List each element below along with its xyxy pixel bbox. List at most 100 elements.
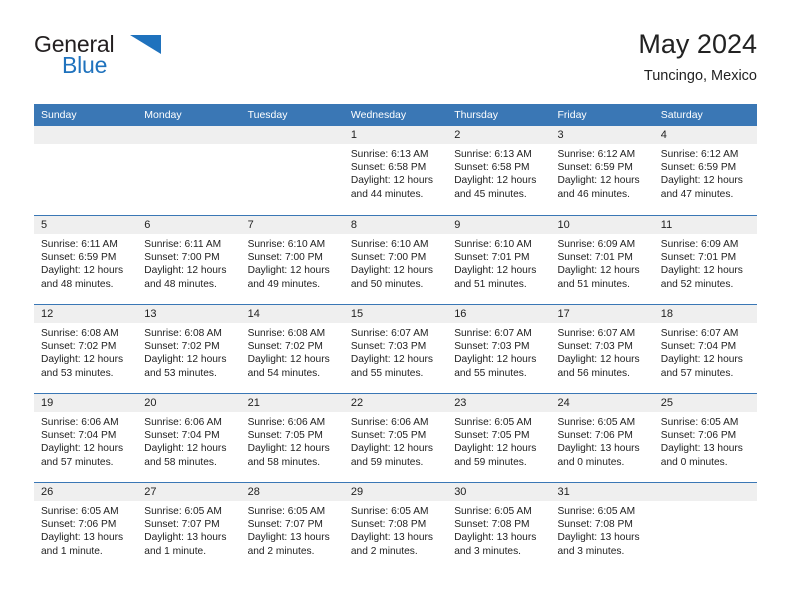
calendar-day-cell[interactable]: 4 Sunrise: 6:12 AM Sunset: 6:59 PM Daylight… [653, 126, 758, 215]
day-details: Sunrise: 6:08 AM Sunset: 7:02 PM Daylight:… [241, 323, 344, 380]
day-details: Sunrise: 6:05 AM Sunset: 7:08 PM Daylight:… [344, 501, 447, 558]
daylight-text-cont: and 49 minutes. [247, 278, 321, 290]
sunrise-text: Sunrise: 6:06 AM [144, 417, 222, 428]
daylight-text-cont: and 48 minutes. [41, 278, 114, 290]
calendar-day-cell[interactable]: 28 Sunrise: 6:05 AM Sunset: 7:07 PM Dayligh… [240, 482, 344, 571]
calendar-day-cell[interactable]: 9 Sunrise: 6:10 AM Sunset: 7:01 PM Daylight… [447, 215, 551, 304]
calendar-day-cell[interactable]: 25 Sunrise: 6:05 AM Sunset: 7:06 PM Dayligh… [653, 393, 758, 482]
weekday-header-saturday: Saturday [653, 104, 758, 126]
sunset-text: Sunset: 7:05 PM [247, 430, 323, 442]
day-details: Sunrise: 6:12 AM Sunset: 6:59 PM Daylight:… [654, 144, 757, 201]
daylight-text: Daylight: 12 hours [41, 265, 124, 277]
daylight-text-cont: and 48 minutes. [144, 278, 217, 290]
day-details: Sunrise: 6:12 AM Sunset: 6:59 PM Daylight:… [550, 144, 653, 201]
calendar-day-cell[interactable]: 16 Sunrise: 6:07 AM Sunset: 7:03 PM Dayligh… [447, 304, 551, 393]
sunset-text: Sunset: 7:06 PM [41, 519, 117, 531]
daylight-text: Daylight: 12 hours [660, 265, 743, 277]
day-number: 27 [137, 483, 241, 501]
calendar-day-cell[interactable]: 18 Sunrise: 6:07 AM Sunset: 7:04 PM Dayligh… [653, 304, 758, 393]
calendar-day-cell[interactable]: 22 Sunrise: 6:06 AM Sunset: 7:05 PM Dayligh… [343, 393, 448, 482]
sunset-text: Sunset: 6:59 PM [660, 162, 737, 174]
day-details: Sunrise: 6:09 AM Sunset: 7:01 PM Daylight:… [654, 234, 757, 291]
calendar-day-cell[interactable]: 17 Sunrise: 6:07 AM Sunset: 7:03 PM Dayligh… [550, 304, 654, 393]
daylight-text-cont: and 45 minutes. [454, 188, 527, 200]
calendar-day-cell[interactable]: 12 Sunrise: 6:08 AM Sunset: 7:02 PM Dayligh… [34, 304, 138, 393]
day-number: 13 [137, 305, 241, 323]
calendar-day-cell[interactable]: 29 Sunrise: 6:05 AM Sunset: 7:08 PM Dayligh… [343, 482, 448, 571]
day-number: 22 [343, 394, 448, 412]
daylight-text: Daylight: 13 hours [350, 532, 434, 544]
calendar-day-cell[interactable]: 19 Sunrise: 6:06 AM Sunset: 7:04 PM Dayligh… [34, 393, 138, 482]
calendar-day-cell[interactable]: 13 Sunrise: 6:08 AM Sunset: 7:02 PM Dayligh… [137, 304, 241, 393]
day-details: Sunrise: 6:13 AM Sunset: 6:58 PM Daylight:… [344, 144, 447, 201]
calendar-day-cell[interactable]: 10 Sunrise: 6:09 AM Sunset: 7:01 PM Dayligh… [550, 215, 654, 304]
calendar-day-cell[interactable]: 23 Sunrise: 6:05 AM Sunset: 7:05 PM Dayligh… [447, 393, 551, 482]
daylight-text-cont: and 53 minutes. [144, 367, 217, 379]
calendar-day-cell[interactable]: 24 Sunrise: 6:05 AM Sunset: 7:06 PM Dayligh… [550, 393, 654, 482]
daylight-text: Daylight: 13 hours [557, 532, 640, 544]
sunrise-text: Sunrise: 6:11 AM [41, 239, 118, 250]
sunset-text: Sunset: 7:00 PM [144, 252, 220, 264]
calendar-day-cell[interactable]: 11 Sunrise: 6:09 AM Sunset: 7:01 PM Dayligh… [653, 215, 758, 304]
calendar-day-cell[interactable]: 31 Sunrise: 6:05 AM Sunset: 7:08 PM Dayligh… [550, 482, 654, 571]
daylight-text-cont: and 57 minutes. [41, 456, 114, 468]
daylight-text: Daylight: 12 hours [350, 265, 434, 277]
general-blue-logo[interactable]: General Blue [34, 32, 234, 88]
calendar-day-cell[interactable]: 1 Sunrise: 6:13 AM Sunset: 6:58 PM Daylight… [343, 126, 448, 215]
daylight-text: Daylight: 13 hours [454, 532, 537, 544]
day-details: Sunrise: 6:05 AM Sunset: 7:05 PM Daylight:… [447, 412, 550, 469]
day-details: Sunrise: 6:05 AM Sunset: 7:06 PM Daylight:… [34, 501, 137, 558]
day-number: 31 [550, 483, 654, 501]
day-details: Sunrise: 6:07 AM Sunset: 7:03 PM Daylight:… [550, 323, 653, 380]
day-number: 12 [34, 305, 138, 323]
sunset-text: Sunset: 7:01 PM [660, 252, 737, 264]
sunset-text: Sunset: 6:58 PM [350, 162, 427, 174]
sunrise-text: Sunrise: 6:10 AM [454, 239, 532, 250]
calendar-empty-cell [34, 126, 138, 215]
calendar-day-cell[interactable]: 30 Sunrise: 6:05 AM Sunset: 7:08 PM Dayligh… [447, 482, 551, 571]
calendar-empty-cell [137, 126, 241, 215]
calendar-day-cell[interactable]: 8 Sunrise: 6:10 AM Sunset: 7:00 PM Daylight… [343, 215, 448, 304]
day-number: 26 [34, 483, 138, 501]
calendar-day-cell[interactable]: 5 Sunrise: 6:11 AM Sunset: 6:59 PM Daylight… [34, 215, 138, 304]
sunrise-text: Sunrise: 6:10 AM [350, 239, 429, 250]
day-details: Sunrise: 6:10 AM Sunset: 7:00 PM Daylight:… [344, 234, 447, 291]
daylight-text-cont: and 51 minutes. [557, 278, 630, 290]
day-details: Sunrise: 6:10 AM Sunset: 7:00 PM Daylight:… [241, 234, 344, 291]
day-number: 1 [343, 126, 448, 144]
day-number: 18 [653, 305, 758, 323]
page-subtitle: Tuncingo, Mexico [643, 68, 757, 84]
daylight-text-cont: and 50 minutes. [350, 278, 424, 290]
calendar-day-cell[interactable]: 6 Sunrise: 6:11 AM Sunset: 7:00 PM Daylight… [137, 215, 241, 304]
day-details: Sunrise: 6:05 AM Sunset: 7:06 PM Daylight:… [550, 412, 653, 469]
day-number: 15 [343, 305, 448, 323]
sunset-text: Sunset: 6:58 PM [454, 162, 530, 174]
calendar-empty-cell [653, 482, 758, 571]
sunset-text: Sunset: 7:08 PM [350, 519, 427, 531]
calendar-day-cell[interactable]: 2 Sunrise: 6:13 AM Sunset: 6:58 PM Daylight… [447, 126, 551, 215]
day-number [137, 126, 241, 144]
calendar-day-cell[interactable]: 3 Sunrise: 6:12 AM Sunset: 6:59 PM Daylight… [550, 126, 654, 215]
daylight-text: Daylight: 12 hours [454, 443, 537, 455]
calendar-day-cell[interactable]: 15 Sunrise: 6:07 AM Sunset: 7:03 PM Dayligh… [343, 304, 448, 393]
daylight-text-cont: and 0 minutes. [557, 456, 625, 468]
calendar-day-cell[interactable]: 14 Sunrise: 6:08 AM Sunset: 7:02 PM Dayligh… [240, 304, 344, 393]
daylight-text: Daylight: 12 hours [454, 354, 537, 366]
daylight-text-cont: and 2 minutes. [247, 545, 315, 557]
weekday-header-thursday: Thursday [447, 104, 551, 126]
calendar-day-cell[interactable]: 21 Sunrise: 6:06 AM Sunset: 7:05 PM Dayligh… [240, 393, 344, 482]
day-details: Sunrise: 6:10 AM Sunset: 7:01 PM Daylight:… [447, 234, 550, 291]
daylight-text: Daylight: 13 hours [41, 532, 124, 544]
daylight-text-cont: and 2 minutes. [350, 545, 418, 557]
calendar-day-cell[interactable]: 20 Sunrise: 6:06 AM Sunset: 7:04 PM Dayligh… [137, 393, 241, 482]
calendar-day-cell[interactable]: 27 Sunrise: 6:05 AM Sunset: 7:07 PM Dayligh… [137, 482, 241, 571]
calendar-day-cell[interactable]: 26 Sunrise: 6:05 AM Sunset: 7:06 PM Dayligh… [34, 482, 138, 571]
daylight-text: Daylight: 12 hours [454, 265, 537, 277]
sunrise-text: Sunrise: 6:05 AM [454, 506, 532, 517]
daylight-text: Daylight: 13 hours [557, 443, 640, 455]
day-details: Sunrise: 6:11 AM Sunset: 6:59 PM Daylight:… [34, 234, 137, 291]
calendar-week-row: 12 Sunrise: 6:08 AM Sunset: 7:02 PM Dayligh… [34, 304, 758, 393]
sunrise-text: Sunrise: 6:07 AM [557, 328, 636, 339]
weekday-header-wednesday: Wednesday [343, 104, 448, 126]
calendar-day-cell[interactable]: 7 Sunrise: 6:10 AM Sunset: 7:00 PM Daylight… [240, 215, 344, 304]
